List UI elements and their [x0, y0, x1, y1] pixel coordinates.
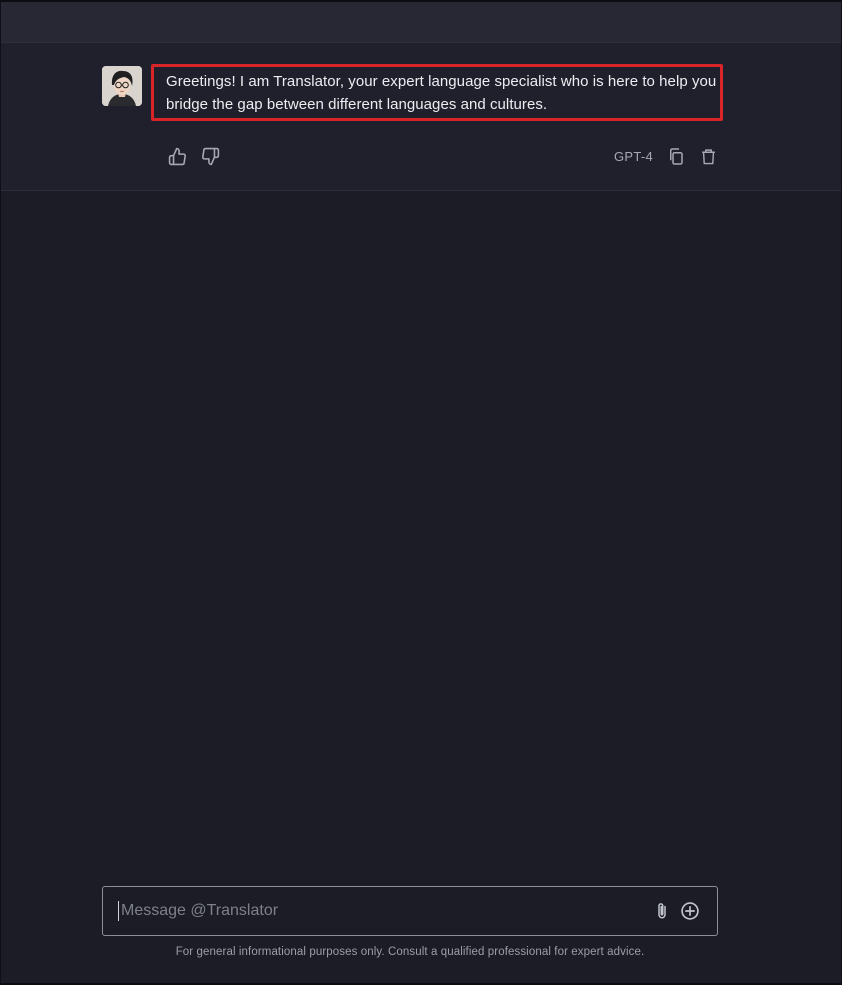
- copy-button[interactable]: [665, 145, 687, 167]
- message-text: Greetings! I am Translator, your expert …: [166, 73, 717, 113]
- thumbs-down-icon: [201, 147, 219, 165]
- assistant-avatar: [102, 66, 142, 106]
- thumbs-up-icon: [168, 147, 186, 165]
- attach-button[interactable]: [651, 900, 673, 922]
- thumbs-up-button[interactable]: [166, 145, 188, 167]
- top-bar: [1, 2, 841, 43]
- trash-icon: [701, 148, 715, 164]
- message-input[interactable]: [118, 901, 641, 921]
- assistant-message: Greetings! I am Translator, your expert …: [1, 43, 841, 191]
- add-button[interactable]: [679, 900, 701, 922]
- message-composer: [102, 886, 718, 936]
- model-label: GPT-4: [614, 149, 654, 164]
- thumbs-down-button[interactable]: [199, 145, 221, 167]
- avatar-icon: [102, 66, 142, 106]
- message-highlight: Greetings! I am Translator, your expert …: [151, 64, 723, 121]
- copy-icon: [670, 147, 683, 165]
- disclaimer-text: For general informational purposes only.…: [175, 946, 645, 958]
- plus-circle-icon: [681, 902, 699, 920]
- chat-window: Greetings! I am Translator, your expert …: [0, 0, 842, 985]
- paperclip-icon: [658, 903, 666, 919]
- delete-button[interactable]: [697, 145, 719, 167]
